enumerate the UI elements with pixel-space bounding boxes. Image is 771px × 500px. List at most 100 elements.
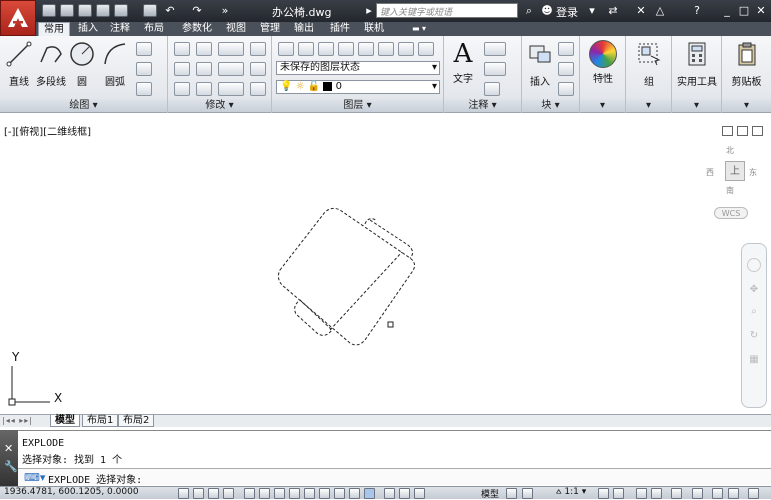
workspace-switching-icon[interactable] xyxy=(636,488,647,499)
chair-drawing[interactable] xyxy=(270,200,430,350)
viewport-minimize-icon[interactable] xyxy=(722,126,733,136)
close-icon[interactable]: ✕ xyxy=(754,4,768,18)
status-menu-icon[interactable] xyxy=(728,488,739,499)
zoom-icon[interactable]: ⌕ xyxy=(748,306,760,318)
viewcube-north[interactable]: 北 xyxy=(726,145,734,156)
layer-freeze-icon[interactable] xyxy=(398,42,414,56)
annotation-panel-label[interactable]: 注释 ▾ xyxy=(444,99,521,112)
clipboard-panel-label[interactable]: ▾ xyxy=(722,99,771,112)
tab-manage[interactable]: 管理 xyxy=(256,22,284,36)
offset-icon[interactable] xyxy=(250,82,266,96)
login-dropdown-icon[interactable]: ▾ xyxy=(585,4,599,18)
rectangle-icon[interactable] xyxy=(136,42,152,56)
grid-display-icon[interactable] xyxy=(208,488,219,499)
clean-screen-icon[interactable] xyxy=(748,488,759,499)
save-icon[interactable] xyxy=(78,4,92,17)
publish-icon[interactable] xyxy=(114,4,128,17)
tab-layout2[interactable]: 布局2 xyxy=(118,415,155,427)
tab-parametric[interactable]: 参数化 xyxy=(176,22,218,36)
lock-ui-icon[interactable] xyxy=(651,488,662,499)
layer-match-icon[interactable] xyxy=(318,42,334,56)
rotate-icon[interactable] xyxy=(196,42,212,56)
autodesk-360-icon[interactable]: △ xyxy=(653,4,667,18)
exchange-icon[interactable]: ⇄ xyxy=(606,4,620,18)
tab-annotate[interactable]: 注释 xyxy=(106,22,134,36)
edit-block-icon[interactable] xyxy=(558,62,574,76)
viewport-restore-icon[interactable] xyxy=(737,126,748,136)
annotation-visibility-toggle-icon[interactable] xyxy=(598,488,609,499)
stretch-icon[interactable] xyxy=(174,82,190,96)
isolate-objects-icon[interactable] xyxy=(692,488,703,499)
block-panel-label[interactable]: 块 ▾ xyxy=(522,99,579,112)
viewcube-east[interactable]: 东 xyxy=(749,167,757,178)
tab-online[interactable]: 联机 xyxy=(360,22,388,36)
dimension-icon[interactable] xyxy=(484,42,506,56)
draw-panel-label[interactable]: 绘图 ▾ xyxy=(0,99,167,112)
exchange-apps-icon[interactable]: ✕ xyxy=(634,4,648,18)
transparency-icon[interactable] xyxy=(349,488,360,499)
coordinate-readout[interactable]: 1936.4781, 600.1205, 0.0000 xyxy=(4,487,139,497)
login-button[interactable]: 登录 xyxy=(556,4,578,20)
annotation-visibility-icon[interactable] xyxy=(414,488,425,499)
selection-cycling-icon[interactable] xyxy=(384,488,395,499)
command-customize-icon[interactable]: 🔧 xyxy=(4,460,18,473)
ribbon-minimize-toggle[interactable]: ▬ ▾ xyxy=(406,22,432,36)
tab-model[interactable]: 模型 xyxy=(50,415,80,427)
layers-panel-label[interactable]: 图层 ▾ xyxy=(272,99,443,112)
3d-object-snap-icon[interactable] xyxy=(274,488,285,499)
layer-isolate-icon[interactable] xyxy=(358,42,374,56)
line-tool[interactable]: 直线 xyxy=(4,40,34,88)
layer-properties-icon[interactable] xyxy=(278,42,294,56)
tab-plugins[interactable]: 插件 xyxy=(326,22,354,36)
redo-icon[interactable]: ↷ xyxy=(190,4,204,18)
utilities-tool[interactable]: 实用工具 xyxy=(674,40,720,88)
command-close-icon[interactable]: ✕ xyxy=(4,442,13,455)
layer-state-dropdown[interactable]: 未保存的图层状态 ▾ xyxy=(276,61,440,75)
showmotion-icon[interactable]: ▦ xyxy=(748,354,760,366)
lineweight-icon[interactable] xyxy=(334,488,345,499)
scale-icon[interactable] xyxy=(196,82,212,96)
undo-icon[interactable]: ↶ xyxy=(163,4,177,18)
layer-unisolate-icon[interactable] xyxy=(378,42,394,56)
dynamic-input-icon[interactable] xyxy=(319,488,330,499)
fillet-icon[interactable] xyxy=(218,62,244,76)
search-icon[interactable]: ⌕ xyxy=(522,4,536,18)
layout-scroll-arrows[interactable]: |◂◂ ▸▸| xyxy=(2,416,33,425)
properties-panel-label[interactable]: ▾ xyxy=(580,99,625,112)
command-window-handle[interactable]: ✕ 🔧 xyxy=(0,430,18,486)
create-block-icon[interactable] xyxy=(558,42,574,56)
hatch-icon[interactable] xyxy=(136,82,152,96)
move-icon[interactable] xyxy=(174,42,190,56)
annotation-monitor-icon[interactable] xyxy=(399,488,410,499)
viewport-controls-label[interactable]: [-][俯视][二维线框] xyxy=(4,123,91,138)
tab-output[interactable]: 输出 xyxy=(290,22,318,36)
infer-constraints-icon[interactable] xyxy=(178,488,189,499)
circle-tool[interactable]: 圆 xyxy=(68,40,96,88)
application-menu-button[interactable] xyxy=(0,0,36,36)
tab-layout[interactable]: 布局 xyxy=(140,22,168,36)
properties-tool[interactable]: 特性 xyxy=(584,40,622,85)
search-expand-icon[interactable]: ▸ xyxy=(362,4,376,18)
copy-icon[interactable] xyxy=(174,62,190,76)
auto-scale-icon[interactable] xyxy=(613,488,624,499)
search-input[interactable]: 键入关键字或短语 xyxy=(376,3,518,18)
trim-icon[interactable] xyxy=(218,42,244,56)
mirror-icon[interactable] xyxy=(196,62,212,76)
ellipse-icon[interactable] xyxy=(136,62,152,76)
layer-off-icon[interactable] xyxy=(418,42,434,56)
hardware-acceleration-icon[interactable] xyxy=(671,488,682,499)
current-layer-dropdown[interactable]: 💡 ☼ 🔓 0 ▾ xyxy=(276,80,440,94)
help-icon[interactable]: ? xyxy=(690,4,704,18)
open-file-icon[interactable] xyxy=(60,4,74,17)
tab-layout1[interactable]: 布局1 xyxy=(82,415,119,427)
polyline-tool[interactable]: 多段线 xyxy=(36,40,66,88)
group-tool[interactable]: 组 xyxy=(630,40,668,88)
dynamic-ucs-icon[interactable] xyxy=(304,488,315,499)
lightbulb-status-icon[interactable] xyxy=(712,488,723,499)
ortho-mode-icon[interactable] xyxy=(223,488,234,499)
polar-tracking-icon[interactable] xyxy=(244,488,255,499)
object-snap-tracking-icon[interactable] xyxy=(289,488,300,499)
utilities-panel-label[interactable]: ▾ xyxy=(672,99,721,112)
orbit-icon[interactable]: ↻ xyxy=(748,330,760,342)
modify-panel-label[interactable]: 修改 ▾ xyxy=(168,99,271,112)
